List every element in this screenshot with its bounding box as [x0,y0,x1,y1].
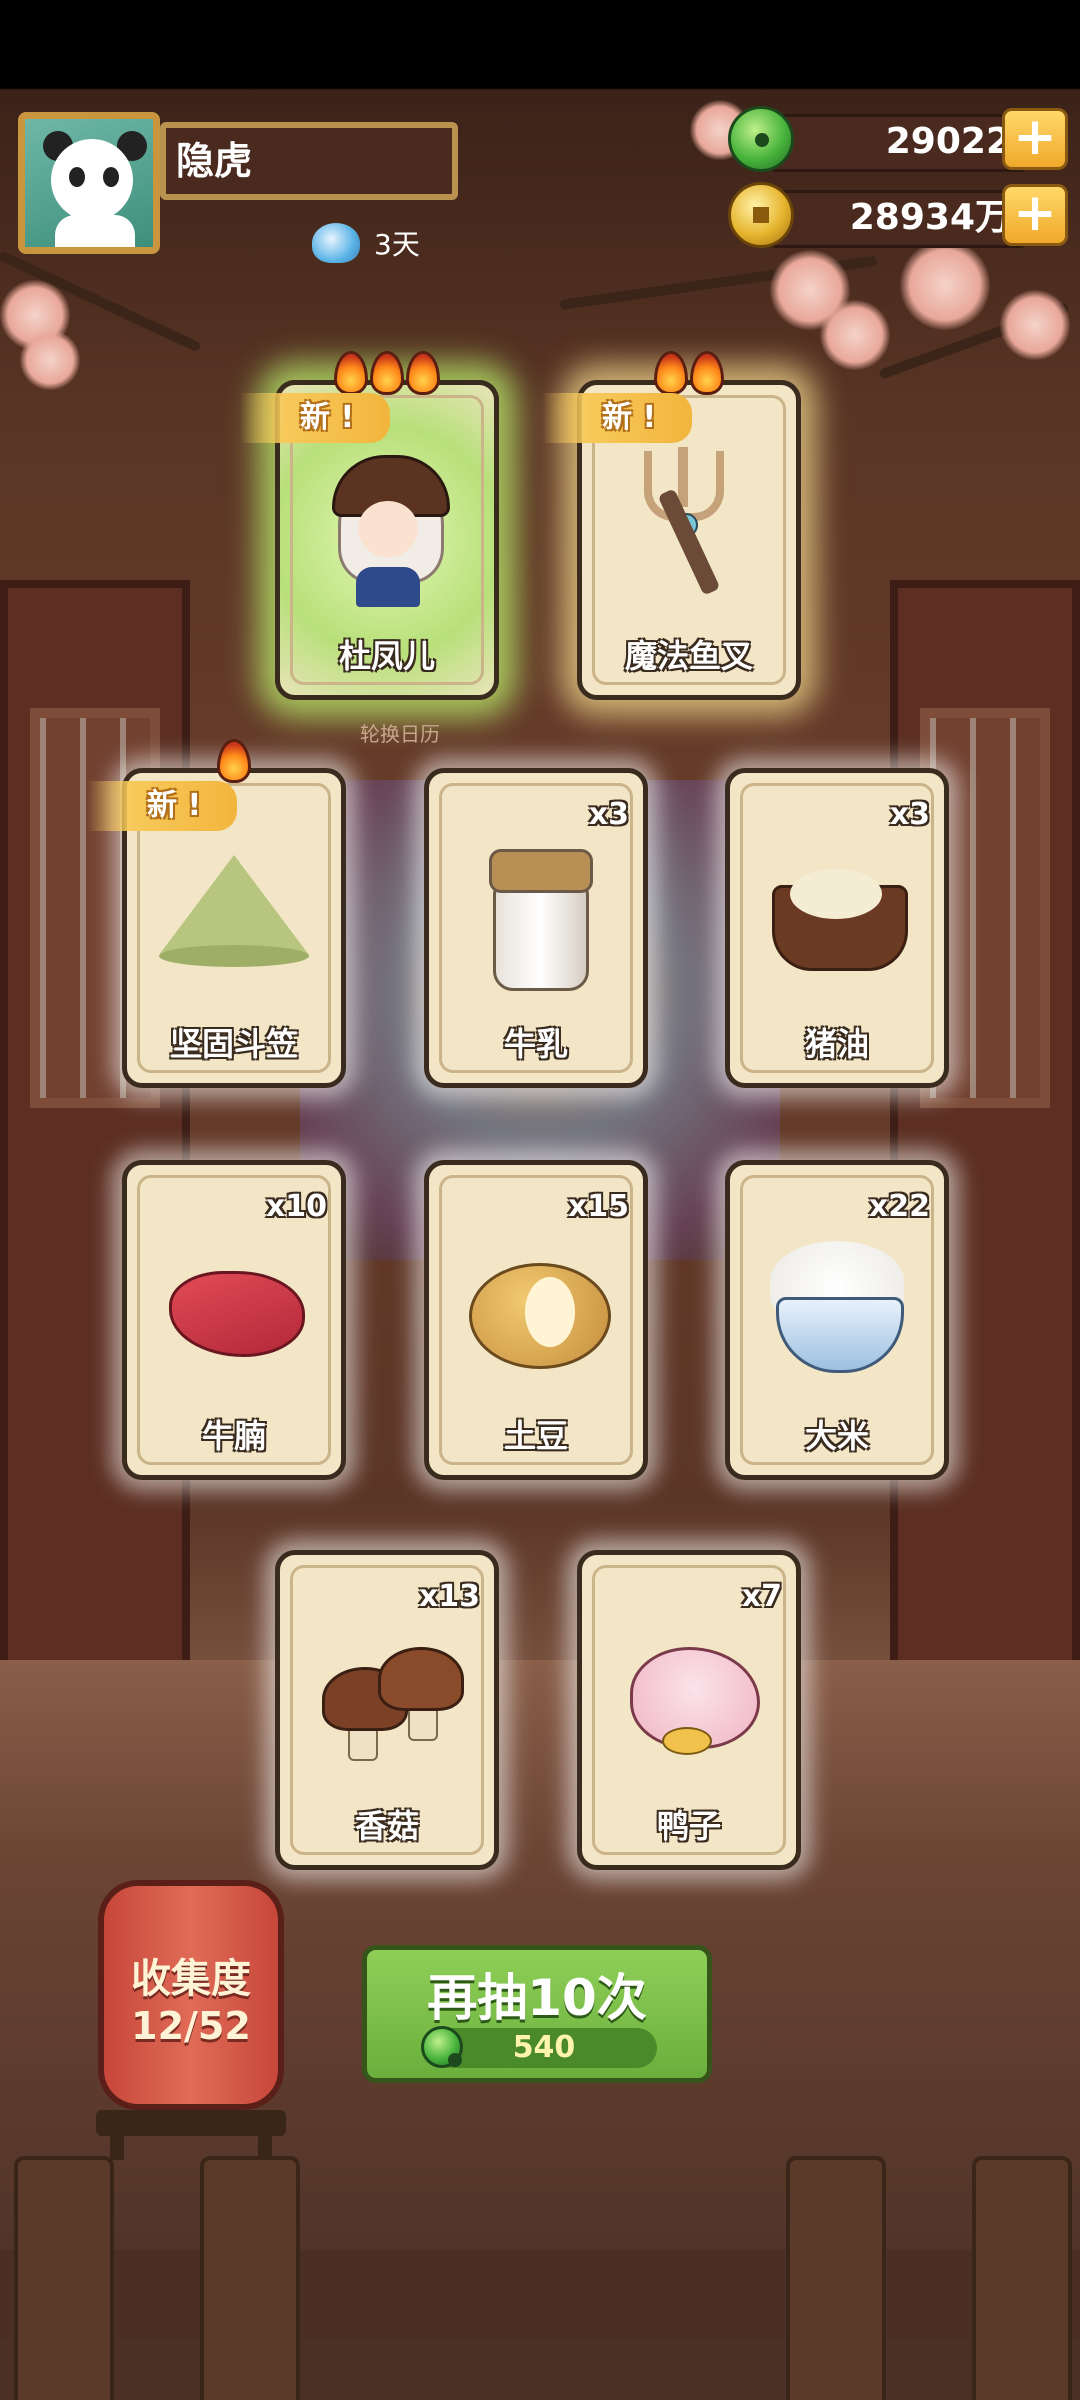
draw-again-button[interactable]: 再抽10次 540 [362,1945,712,2083]
duck-icon [614,1617,764,1767]
draw-cost: 540 [431,2028,657,2068]
days-counter: 3天 [312,220,420,266]
flame-icon [654,351,688,395]
coin-currency: 28934万 + [728,182,1068,248]
reward-card[interactable]: x22 大米 [725,1160,949,1480]
player-avatar[interactable] [18,112,160,254]
fence-post [14,2156,114,2400]
card-name: 香菇 [354,1807,419,1845]
reward-card[interactable]: x15 土豆 [424,1160,648,1480]
blossom [820,300,890,370]
card-name: 鸭子 [656,1807,721,1845]
blossom-branch [878,301,1070,380]
milk-jar-icon [461,835,611,991]
rarity-flames [127,739,341,787]
card-quantity: x7 [741,1579,782,1614]
flame-icon [406,351,440,395]
rice-bowl-icon [762,1227,912,1377]
lantern-leg [110,2120,124,2160]
add-coin-button[interactable]: + [1002,184,1068,246]
reward-card[interactable]: 新 ! 魔法鱼叉 [542,351,801,700]
card-quantity: x3 [588,797,629,832]
blossom [900,240,990,330]
days-label: 3天 [374,228,420,261]
reward-card[interactable]: x3 猪油 [725,768,949,1088]
new-badge: 新 ! [87,781,237,831]
avatar-eye [69,167,85,187]
add-jade-button[interactable]: + [1002,108,1068,170]
reward-card[interactable]: x10 牛腩 [122,1160,346,1480]
bowl-icon [312,223,360,263]
card-quantity: x13 [418,1579,480,1614]
rotate-calendar-label: 轮换日历 [360,722,440,746]
jade-icon [421,2026,463,2068]
card-quantity: x22 [868,1189,930,1224]
reward-card[interactable]: x3 牛乳 [424,768,648,1088]
avatar-body [55,215,135,247]
player-name: 隐虎 [160,122,458,200]
coin-amount: 28934万 [768,190,1028,248]
new-badge: 新 ! [240,393,390,443]
rarity-flames [280,351,494,399]
jade-currency: 29022 + [728,106,1068,172]
avatar-face [51,139,133,221]
flame-icon [217,739,251,783]
reward-card[interactable]: 新 ! 坚固斗笠 [87,739,346,1088]
jade-amount: 29022 [768,114,1028,172]
reward-card[interactable]: 新 ! 杜凤儿 [240,351,499,700]
blossom [770,250,850,330]
flame-icon [370,351,404,395]
trident-icon [614,447,764,597]
fence-post [200,2156,300,2400]
fence-rail [0,2250,1080,2340]
fence-post [972,2156,1072,2400]
jade-icon [728,106,794,172]
flame-icon [334,351,368,395]
rarity-flames [582,351,796,399]
card-name: 牛乳 [503,1025,568,1063]
flame-icon [690,351,724,395]
card-name: 牛腩 [201,1417,266,1455]
blossom [0,280,70,350]
potato-icon [461,1227,611,1377]
card-quantity: x15 [567,1189,629,1224]
blossom-branch [559,255,878,310]
card-name: 杜凤儿 [338,637,435,675]
straw-hat-icon [159,835,309,985]
card-name: 土豆 [503,1417,568,1455]
collection-count: 12/52 [131,2004,251,2048]
card-quantity: x10 [265,1189,327,1224]
collection-title: 收集度 [131,1956,251,2002]
blossom-branch [0,250,202,353]
card-name: 大米 [804,1417,869,1455]
lard-pot-icon [762,835,912,985]
blossom [1000,290,1070,360]
card-quantity: x3 [889,797,930,832]
blossom [20,330,80,390]
right-door [890,580,1080,1670]
coin-icon [728,182,794,248]
reward-card[interactable]: x7 鸭子 [577,1550,801,1870]
girl-character-icon [312,447,462,607]
card-name: 魔法鱼叉 [624,637,753,675]
card-name: 坚固斗笠 [169,1025,298,1063]
card-name: 猪油 [804,1025,869,1063]
reward-card[interactable]: x13 香菇 [275,1550,499,1870]
mushroom-icon [312,1617,464,1767]
avatar-eye [103,167,119,187]
collection-lantern[interactable]: 收集度 12/52 [98,1880,284,2110]
draw-button-label: 再抽10次 [427,1969,647,2027]
lantern-leg [258,2120,272,2160]
fence-post [786,2156,886,2400]
beef-icon [159,1227,309,1377]
new-badge: 新 ! [542,393,692,443]
